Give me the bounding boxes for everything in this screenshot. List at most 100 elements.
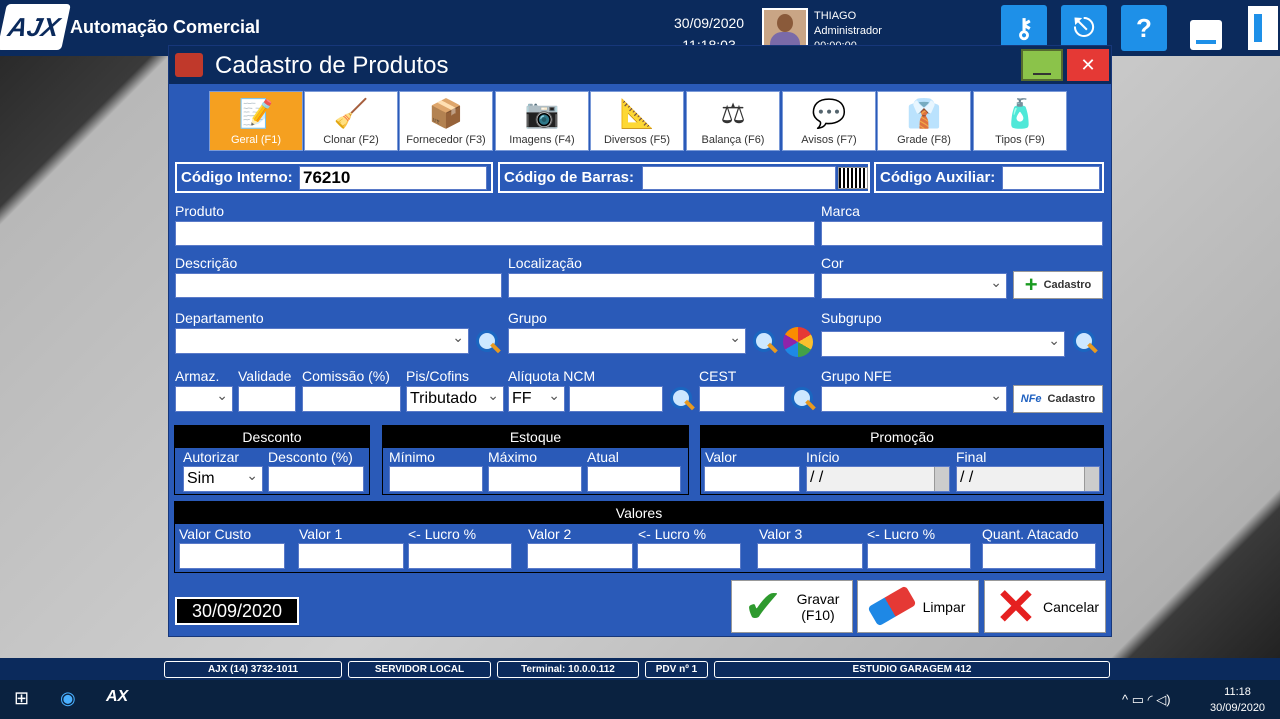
tab-clonar[interactable]: 🧹 Clonar (F2)	[304, 91, 398, 151]
check-icon: ✔	[743, 580, 783, 632]
subgrupo-label: Subgrupo	[821, 310, 882, 326]
cancel-x-icon: ✕	[995, 579, 1037, 635]
lucro1-field[interactable]	[408, 543, 512, 569]
codigo-barras-field[interactable]	[642, 166, 836, 190]
toolbox-icon	[175, 53, 203, 77]
ncm-field[interactable]	[569, 386, 663, 412]
valor-custo-field[interactable]	[179, 543, 285, 569]
descricao-field[interactable]	[175, 273, 502, 298]
codigo-interno-field[interactable]: 76210	[299, 166, 487, 190]
eraser-icon	[864, 583, 917, 631]
inicio-field[interactable]: / /	[806, 466, 950, 492]
cest-search-icon[interactable]	[789, 385, 817, 415]
valor2-field[interactable]	[527, 543, 633, 569]
cor-label: Cor	[821, 255, 844, 271]
promo-valor-field[interactable]	[704, 466, 800, 492]
codigo-auxiliar-field[interactable]	[1002, 166, 1100, 190]
departamento-select[interactable]	[175, 325, 469, 354]
system-tray-icons[interactable]: ^ ▭ ◜ ◁)	[1122, 692, 1171, 708]
nfe-cadastro-button[interactable]: NFe Cadastro	[1013, 385, 1103, 413]
nfe-icon: NFe	[1020, 393, 1042, 405]
tab-label: Imagens (F4)	[509, 134, 575, 146]
tab-grade[interactable]: 👔 Grade (F8)	[877, 91, 971, 151]
dialog-title: Cadastro de Produtos	[215, 52, 449, 79]
armaz-select[interactable]	[175, 383, 233, 412]
dialog-close-button[interactable]: ✕	[1067, 49, 1109, 81]
limpar-button[interactable]: Limpar	[857, 580, 979, 633]
exit-button[interactable]	[1248, 6, 1278, 50]
taskbar: ⊞ ◉ AX ^ ▭ ◜ ◁) 11:18 30/09/2020	[0, 680, 1280, 719]
validade-field[interactable]	[238, 386, 296, 412]
status-company: ESTUDIO GARAGEM 412	[714, 661, 1110, 678]
final-spin[interactable]	[1084, 467, 1099, 491]
cadastro-label: Cadastro	[1043, 279, 1092, 291]
maximo-label: Máximo	[488, 449, 538, 465]
lucro3-field[interactable]	[867, 543, 971, 569]
tab-geral[interactable]: 📝 Geral (F1)	[209, 91, 303, 151]
departamento-search-icon[interactable]	[474, 328, 502, 358]
desconto-title: Desconto	[175, 426, 369, 448]
status-pdv: PDV nº 1	[645, 661, 708, 678]
help-icon: ?	[1136, 12, 1152, 43]
user-avatar	[762, 8, 808, 48]
tab-avisos[interactable]: 💬 Avisos (F7)	[782, 91, 876, 151]
tab-imagens[interactable]: 📷 Imagens (F4)	[495, 91, 589, 151]
help-button[interactable]: ?	[1121, 5, 1167, 51]
cor-cadastro-button[interactable]: + Cadastro	[1013, 271, 1103, 299]
marca-field[interactable]	[821, 221, 1103, 246]
maximo-field[interactable]	[488, 466, 582, 492]
desconto-pct-field[interactable]	[268, 466, 364, 492]
aliquota-select[interactable]: FF	[508, 383, 565, 412]
atacado-field[interactable]	[982, 543, 1096, 569]
dialog-header: Cadastro de Produtos ✕	[169, 46, 1111, 84]
final-field[interactable]: / /	[956, 466, 1100, 492]
ncm-search-icon[interactable]	[668, 385, 696, 415]
tab-tipos[interactable]: 🧴 Tipos (F9)	[973, 91, 1067, 151]
tab-diversos[interactable]: 📐 Diversos (F5)	[590, 91, 684, 151]
piscofins-select[interactable]: Tributado	[406, 383, 504, 412]
autorizar-select[interactable]: Sim	[183, 463, 263, 492]
subgrupo-search-icon[interactable]	[1071, 328, 1099, 358]
cancelar-button[interactable]: ✕ Cancelar	[984, 580, 1106, 633]
tab-label: Geral (F1)	[230, 134, 282, 146]
cor-select[interactable]	[821, 270, 1007, 299]
valor-custo-label: Valor Custo	[179, 526, 252, 542]
valor1-field[interactable]	[298, 543, 404, 569]
codigo-auxiliar-label: Código Auxiliar:	[880, 169, 996, 186]
lucro2-field[interactable]	[637, 543, 741, 569]
gravar-label: Gravar (F10)	[796, 590, 840, 623]
windows-start-icon[interactable]: ⊞	[14, 688, 29, 709]
cest-field[interactable]	[699, 386, 785, 412]
localizacao-field[interactable]	[508, 273, 815, 298]
ajx-taskbar-icon[interactable]: AX	[106, 688, 128, 706]
grupo-select[interactable]	[508, 325, 746, 354]
inicio-label: Início	[806, 449, 840, 465]
teamviewer-icon[interactable]: ◉	[60, 688, 76, 709]
subgrupo-select[interactable]	[821, 328, 1065, 357]
minimo-field[interactable]	[389, 466, 483, 492]
grupo-nfe-select[interactable]	[821, 383, 1007, 412]
comissao-field[interactable]	[302, 386, 401, 412]
departamento-label: Departamento	[175, 310, 264, 326]
record-date: 30/09/2020	[175, 597, 299, 625]
tab-fornecedor[interactable]: 📦 Fornecedor (F3)	[399, 91, 493, 151]
gravar-button[interactable]: ✔ Gravar (F10)	[731, 580, 853, 633]
color-wheel-icon[interactable]	[783, 327, 813, 357]
status-terminal: Terminal: 10.0.0.112	[497, 661, 639, 678]
current-date: 30/09/2020	[674, 15, 745, 31]
status-bar: AJX (14) 3732-1011 SERVIDOR LOCAL Termin…	[0, 658, 1280, 680]
taskbar-clock[interactable]: 11:18 30/09/2020	[1210, 684, 1265, 716]
atual-field[interactable]	[587, 466, 681, 492]
lucro2-label: <- Lucro %	[638, 526, 707, 542]
datetime: 30/09/2020 11:18:03	[674, 12, 744, 48]
grupo-search-icon[interactable]	[751, 328, 779, 358]
minimize-app-button[interactable]	[1190, 20, 1222, 50]
produto-field[interactable]	[175, 221, 815, 246]
codigo-auxiliar-box: Código Auxiliar:	[874, 162, 1104, 193]
inicio-spin[interactable]	[934, 467, 949, 491]
valor3-field[interactable]	[757, 543, 863, 569]
cadastro-label: Cadastro	[1047, 393, 1096, 405]
tab-balanca[interactable]: ⚖ Balança (F6)	[686, 91, 780, 151]
dialog-minimize-button[interactable]	[1021, 49, 1063, 81]
barcode-icon[interactable]	[838, 167, 868, 189]
